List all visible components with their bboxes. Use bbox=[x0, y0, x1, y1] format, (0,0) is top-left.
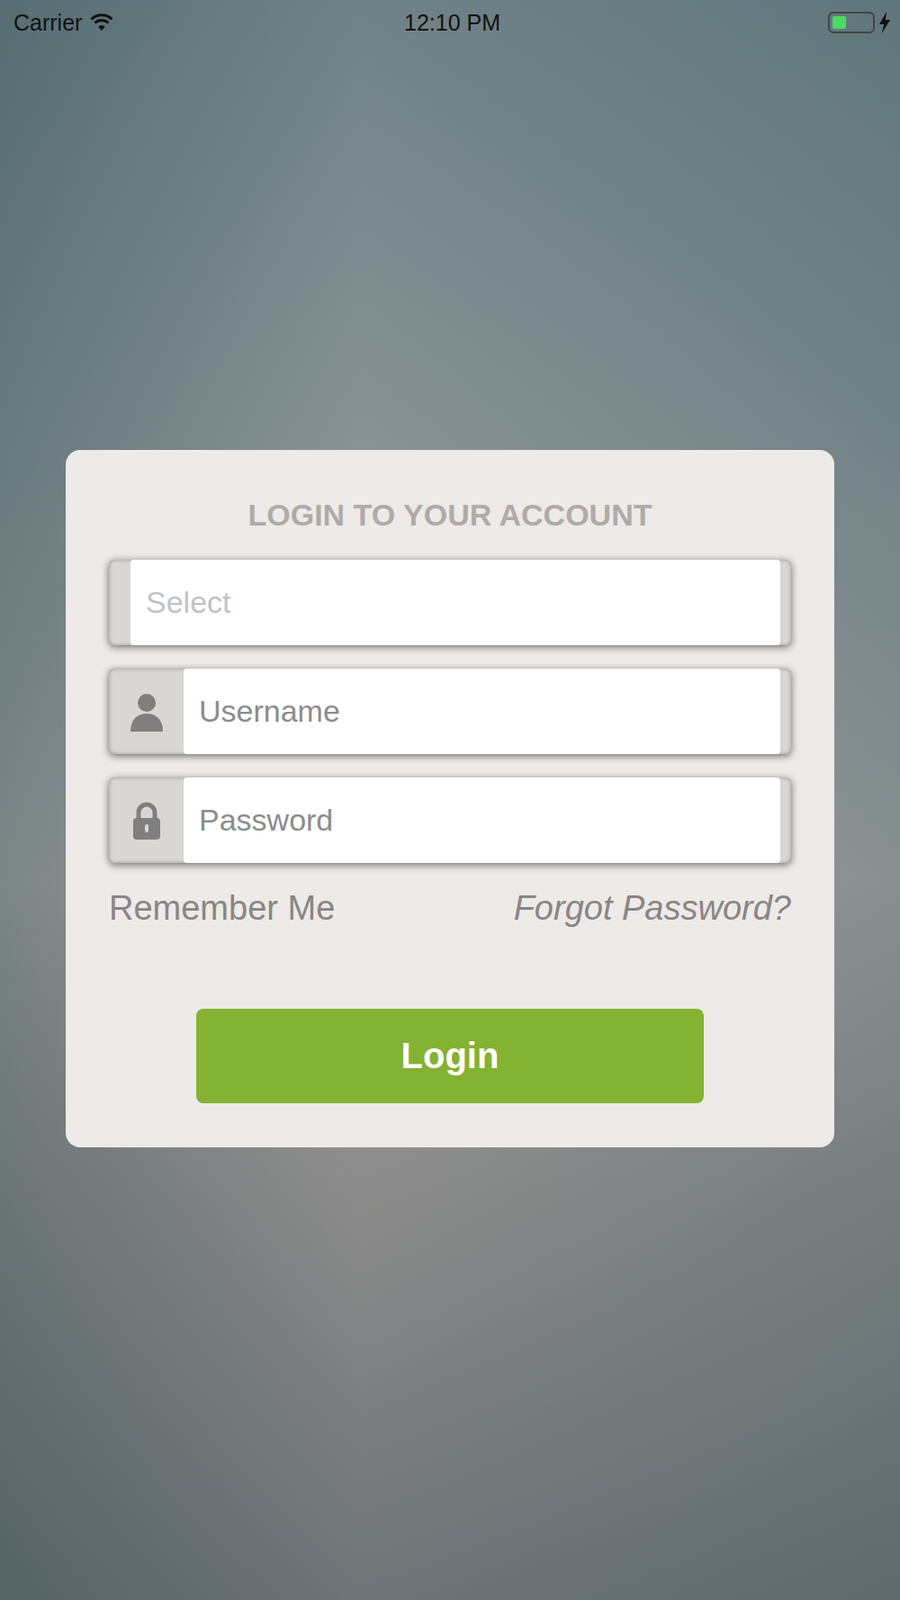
login-title: LOGIN TO YOUR ACCOUNT bbox=[108, 496, 792, 533]
password-input[interactable] bbox=[183, 777, 781, 864]
login-button[interactable]: Login bbox=[196, 1008, 704, 1104]
remember-me-toggle[interactable]: Remember Me bbox=[108, 889, 335, 928]
field-icon-strip bbox=[108, 668, 184, 755]
login-card: LOGIN TO YOUR ACCOUNT Remember Me Forgot P… bbox=[65, 450, 835, 1148]
user-icon bbox=[128, 692, 165, 732]
user-field bbox=[108, 668, 792, 755]
status-bar: Carrier 12:10 PM bbox=[0, 0, 900, 45]
wifi-icon bbox=[89, 12, 115, 33]
forgot-password-link[interactable]: Forgot Password? bbox=[513, 889, 792, 928]
user-input[interactable] bbox=[183, 668, 781, 755]
time-label: 12:10 PM bbox=[404, 9, 501, 36]
field-icon-strip bbox=[108, 559, 131, 646]
charging-bolt-icon bbox=[878, 11, 891, 34]
battery-icon bbox=[828, 11, 875, 34]
password-field bbox=[108, 777, 792, 864]
select-field bbox=[108, 559, 792, 646]
carrier-label: Carrier bbox=[13, 9, 82, 36]
lock-icon bbox=[131, 801, 162, 841]
select-input[interactable] bbox=[130, 559, 781, 646]
login-screen: Carrier 12:10 PM LOGIN TO YOUR ACCOUNT Reme… bbox=[0, 0, 900, 1600]
field-icon-strip bbox=[108, 777, 184, 864]
